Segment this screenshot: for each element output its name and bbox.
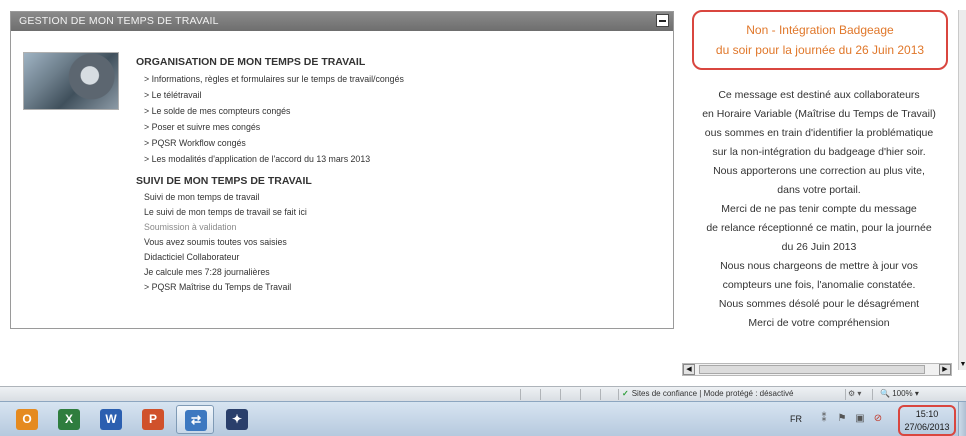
portlet-title: GESTION DE MON TEMPS DE TRAVAIL bbox=[11, 12, 673, 31]
tray-network-icon[interactable]: ▣ bbox=[854, 413, 866, 425]
message-panel: Non - Intégration Badgeage du soir pour … bbox=[680, 10, 958, 378]
alert-banner: Non - Intégration Badgeage du soir pour … bbox=[692, 10, 948, 70]
link-modalites-accord[interactable]: > Les modalités d'application de l'accor… bbox=[136, 151, 666, 167]
message-line: compteurs une fois, l'anomalie constatée… bbox=[722, 279, 916, 291]
tray-flag-icon[interactable]: ⚑ bbox=[836, 413, 848, 425]
message-line: en Horaire Variable (Maîtrise du Temps d… bbox=[702, 108, 936, 120]
dashboard-image bbox=[23, 52, 119, 110]
message-body: Ce message est destiné aux collaborateur… bbox=[680, 86, 958, 333]
message-line: de relance réceptionné ce matin, pour la… bbox=[706, 222, 932, 234]
zoom-level: 100% bbox=[892, 389, 913, 398]
status-divider bbox=[580, 389, 581, 400]
message-line: Merci de ne pas tenir compte du message bbox=[721, 203, 917, 215]
link-poser-conges[interactable]: > Poser et suivre mes congés bbox=[136, 119, 666, 135]
taskbar-app-excel[interactable]: X bbox=[50, 405, 88, 434]
system-clock[interactable]: 15:10 27/06/2013 bbox=[898, 405, 956, 436]
tray-volume-icon[interactable]: ⊘ bbox=[872, 413, 884, 425]
link-informations[interactable]: > Informations, règles et formulaires su… bbox=[136, 71, 666, 87]
protected-mode-icon[interactable]: ⚙ ▾ bbox=[848, 388, 861, 400]
link-soumission-validation[interactable]: Soumission à validation bbox=[136, 220, 666, 235]
check-icon: ✓ bbox=[622, 389, 629, 398]
language-indicator[interactable]: FR bbox=[790, 414, 802, 424]
taskbar-app-outlook[interactable]: O bbox=[8, 405, 46, 434]
chevron-down-icon: ▾ bbox=[914, 389, 919, 398]
show-desktop-button[interactable] bbox=[958, 402, 966, 436]
message-line: Ce message est destiné aux collaborateur… bbox=[718, 89, 920, 101]
portlet-content: ORGANISATION DE MON TEMPS DE TRAVAIL > I… bbox=[136, 56, 666, 295]
taskbar-app-word[interactable]: W bbox=[92, 405, 130, 434]
portlet-temps-de-travail: GESTION DE MON TEMPS DE TRAVAIL ORGANISA… bbox=[10, 11, 674, 329]
windows-taskbar: O X W P ⇄ ✦ FR ⁑ ⚑ ▣ ⊘ 15:10 27/06/2013 bbox=[0, 401, 966, 436]
message-line: du 26 Juin 2013 bbox=[781, 241, 857, 253]
link-didacticiel[interactable]: Didacticiel Collaborateur bbox=[136, 250, 666, 265]
alert-line-1: Non - Intégration Badgeage bbox=[746, 23, 894, 37]
message-line: dans votre portail. bbox=[777, 184, 861, 196]
taskbar-app-switch-windows[interactable]: ⇄ bbox=[176, 405, 214, 434]
scroll-down-icon[interactable]: ▼ bbox=[959, 360, 966, 370]
link-pqsr-maitrise[interactable]: > PQSR Maîtrise du Temps de Travail bbox=[136, 280, 666, 295]
collapse-button[interactable] bbox=[656, 14, 669, 27]
taskbar-app-powerpoint[interactable]: P bbox=[134, 405, 172, 434]
browser-status-bar: ✓ Sites de confiance | Mode protégé : dés… bbox=[0, 386, 966, 401]
link-suivi-temps[interactable]: Suivi de mon temps de travail bbox=[136, 190, 666, 205]
message-line: Merci de votre compréhension bbox=[748, 317, 890, 329]
status-divider bbox=[520, 389, 521, 400]
alert-line-2: du soir pour la journée du 26 Juin 2013 bbox=[715, 43, 925, 57]
outlook-icon: O bbox=[16, 409, 38, 430]
zoom-control[interactable]: 🔍 100% ▾ bbox=[880, 388, 919, 400]
link-suivi-ici[interactable]: Le suivi de mon temps de travail se fait… bbox=[136, 205, 666, 220]
link-teletravail[interactable]: > Le télétravail bbox=[136, 87, 666, 103]
section-title-suivi: SUIVI DE MON TEMPS DE TRAVAIL bbox=[136, 175, 312, 187]
scrollbar-thumb[interactable] bbox=[699, 365, 925, 374]
tray-expand-icon[interactable]: ⁑ bbox=[818, 413, 830, 425]
switch-windows-icon: ⇄ bbox=[185, 410, 207, 431]
app-icon: ✦ bbox=[226, 409, 248, 430]
section-suivi: SUIVI DE MON TEMPS DE TRAVAIL Suivi de m… bbox=[136, 175, 666, 295]
zoom-icon: 🔍 bbox=[880, 389, 890, 398]
clock-time: 15:10 bbox=[915, 409, 939, 419]
message-line: Nous nous chargeons de mettre à jour vos bbox=[720, 260, 918, 272]
section-title-organisation: ORGANISATION DE MON TEMPS DE TRAVAIL bbox=[136, 56, 366, 68]
word-icon: W bbox=[100, 409, 122, 430]
status-divider bbox=[600, 389, 601, 400]
powerpoint-icon: P bbox=[142, 409, 164, 430]
status-divider bbox=[560, 389, 561, 400]
link-solde-compteurs[interactable]: > Le solde de mes compteurs congés bbox=[136, 103, 666, 119]
status-saisies: Vous avez soumis toutes vos saisies bbox=[144, 237, 287, 247]
scroll-left-icon[interactable]: ◀ bbox=[683, 364, 695, 375]
taskbar-app-other[interactable]: ✦ bbox=[218, 405, 256, 434]
vertical-scrollbar[interactable]: ▼ bbox=[958, 10, 966, 370]
message-line: Nous sommes désolé pour le désagrément bbox=[718, 298, 920, 310]
message-line: Nous apporterons une correction au plus … bbox=[713, 165, 925, 177]
scroll-right-icon[interactable]: ▶ bbox=[939, 364, 951, 375]
horizontal-scrollbar[interactable]: ◀ ▶ bbox=[682, 363, 952, 376]
excel-icon: X bbox=[58, 409, 80, 430]
message-line: ous sommes en train d'identifier la prob… bbox=[704, 127, 934, 139]
message-line: sur la non-intégration du badgeage d'hie… bbox=[712, 146, 926, 158]
status-divider bbox=[872, 389, 873, 400]
security-zone[interactable]: ✓ Sites de confiance | Mode protégé : dés… bbox=[622, 388, 793, 400]
link-calcul-journalieres[interactable]: Je calcule mes 7:28 journalières bbox=[136, 265, 666, 280]
security-zone-text: Sites de confiance | Mode protégé : désa… bbox=[631, 389, 794, 398]
status-divider bbox=[845, 389, 846, 400]
link-pqsr-workflow[interactable]: > PQSR Workflow congés bbox=[136, 135, 666, 151]
status-divider bbox=[618, 389, 619, 400]
clock-date: 27/06/2013 bbox=[904, 422, 950, 432]
status-divider bbox=[540, 389, 541, 400]
